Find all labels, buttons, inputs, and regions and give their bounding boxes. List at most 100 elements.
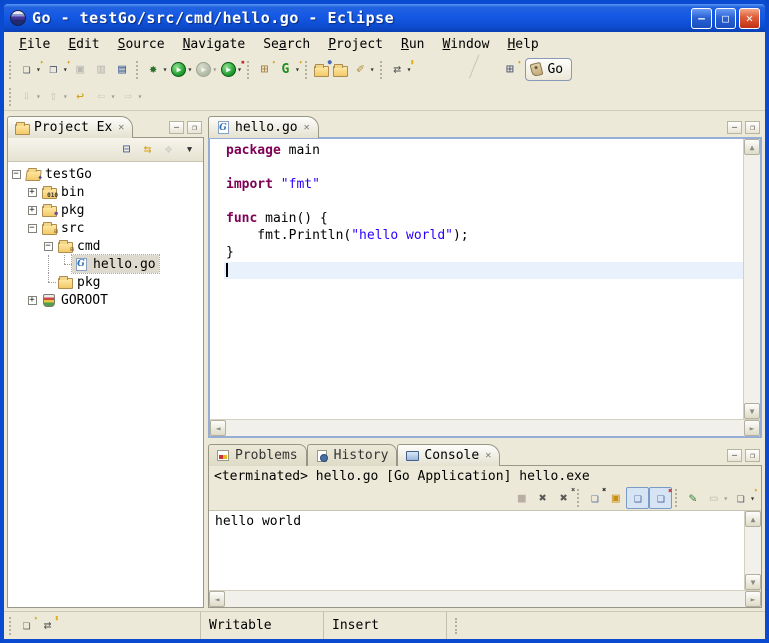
sync-trim-button[interactable]: ⇄▮ [37, 615, 58, 637]
expander-icon[interactable]: − [12, 170, 21, 179]
maximize-console-button[interactable]: ❐ [745, 449, 760, 462]
debug-button[interactable]: ✸▾ [143, 59, 170, 81]
tree-node-pkg[interactable]: pkg [56, 273, 103, 291]
expander-icon[interactable]: + [28, 188, 37, 197]
code-line[interactable] [224, 194, 743, 211]
tree-node-bin[interactable]: 010bin [40, 183, 87, 201]
code-editor[interactable]: package main import "fmt" func main() { … [210, 139, 743, 419]
tab-history[interactable]: History [307, 444, 398, 466]
new-button[interactable]: ❏✦▾ [16, 59, 43, 81]
code-line[interactable] [224, 262, 743, 279]
tree-item-goroot[interactable]: +GOROOT [8, 291, 203, 309]
new-go-element-button[interactable]: G✦▾ [275, 59, 302, 81]
search-button-dropdown-icon[interactable]: ▾ [370, 65, 375, 74]
close-view-icon[interactable]: ✕ [485, 450, 491, 461]
scroll-down-icon[interactable]: ▼ [745, 574, 761, 590]
open-console-button-dropdown-icon[interactable]: ▾ [750, 494, 755, 503]
menu-source[interactable]: Source [109, 35, 174, 54]
menu-window[interactable]: Window [433, 35, 498, 54]
tree-node-cmd[interactable]: ⊞cmd [56, 237, 103, 255]
run-button-dropdown-icon[interactable]: ▾ [187, 65, 192, 74]
tree-expander[interactable]: − [40, 237, 56, 255]
run-last-button-dropdown-icon[interactable]: ▾ [212, 65, 217, 74]
code-line[interactable]: func main() { [224, 211, 743, 228]
tree-expander[interactable]: − [8, 165, 24, 183]
expander-icon[interactable]: + [28, 296, 37, 305]
debug-button-dropdown-icon[interactable]: ▾ [163, 65, 168, 74]
open-perspective-button[interactable]: ⊞✦ [499, 59, 520, 81]
remove-all-terminated-button[interactable]: ✖✖ [553, 487, 574, 509]
new-go-element-button-dropdown-icon[interactable]: ▾ [295, 65, 300, 74]
tree-item-hello-go[interactable]: Ghello.go [8, 255, 203, 273]
tree-item-bin[interactable]: +010bin [8, 183, 203, 201]
scroll-right-icon[interactable]: ► [744, 420, 760, 436]
previous-annotation-button-dropdown-icon[interactable]: ▾ [63, 92, 68, 101]
forward-button-dropdown-icon[interactable]: ▾ [137, 92, 142, 101]
console-output[interactable]: hello world [209, 511, 744, 590]
display-console-button-dropdown-icon[interactable]: ▾ [723, 494, 728, 503]
expander-icon[interactable]: − [44, 242, 53, 251]
tree-node-hello-go[interactable]: Ghello.go [72, 255, 159, 273]
tree-node-goroot[interactable]: GOROOT [40, 291, 111, 309]
tab-hello-go[interactable]: G hello.go ✕ [208, 116, 319, 138]
menu-file[interactable]: File [10, 35, 59, 54]
sync-button[interactable]: ⇄▮▾ [387, 59, 414, 81]
go-perspective-button[interactable]: Go [525, 58, 572, 81]
new-button-dropdown-icon[interactable]: ▾ [36, 65, 41, 74]
console-horizontal-scrollbar[interactable]: ◄ ► [209, 590, 761, 607]
scroll-down-icon[interactable]: ▼ [744, 403, 760, 419]
tree-item-src[interactable]: −⊞src [8, 219, 203, 237]
link-with-editor-button[interactable]: ⇆ [137, 139, 158, 161]
minimize-button[interactable]: — [691, 8, 712, 29]
menu-navigate[interactable]: Navigate [174, 35, 255, 54]
tree-item-pkg[interactable]: pkg [8, 273, 203, 291]
editor-horizontal-scrollbar[interactable]: ◄ ► [210, 419, 760, 436]
minimize-editor-button[interactable]: ─ [727, 121, 742, 134]
minimize-console-button[interactable]: ─ [727, 449, 742, 462]
tree-node-testgo[interactable]: ◆testGo [24, 165, 95, 183]
clear-console-button[interactable]: ❏✖ [584, 487, 605, 509]
external-tools-button[interactable]: ▶▪▾ [219, 59, 244, 81]
new-wizard-button[interactable]: ❐✦▾ [43, 59, 70, 81]
code-line[interactable]: fmt.Println("hello world"); [224, 228, 743, 245]
code-line[interactable] [224, 160, 743, 177]
external-tools-button-dropdown-icon[interactable]: ▾ [237, 65, 242, 74]
show-stdout-button[interactable]: ❑ [626, 487, 649, 509]
minimize-view-button[interactable]: ─ [169, 121, 184, 134]
open-console-button[interactable]: ❏✦▾ [730, 487, 757, 509]
editor-vertical-scrollbar[interactable]: ▲ ▼ [743, 139, 760, 419]
new-go-package-button[interactable]: ⊞✦ [254, 59, 275, 81]
scroll-left-icon[interactable]: ◄ [209, 591, 225, 607]
fast-view-button[interactable]: ❏✦ [16, 615, 37, 637]
remove-launch-button[interactable]: ✖ [532, 487, 553, 509]
code-line[interactable]: import "fmt" [224, 177, 743, 194]
tab-problems[interactable]: Problems [208, 444, 307, 466]
menu-help[interactable]: Help [498, 35, 547, 54]
maximize-view-button[interactable]: ❐ [187, 121, 202, 134]
maximize-button[interactable]: □ [715, 8, 736, 29]
scroll-up-icon[interactable]: ▲ [744, 139, 760, 155]
show-stderr-button[interactable]: ❑✖ [649, 487, 672, 509]
tree-expander[interactable]: + [24, 201, 40, 219]
search-button[interactable]: ✐▾ [350, 59, 377, 81]
open-folder-button[interactable] [331, 59, 350, 81]
close-editor-icon[interactable]: ✕ [304, 122, 310, 133]
tree-expander[interactable]: − [24, 219, 40, 237]
tree-node-src[interactable]: ⊞src [40, 219, 87, 237]
tree-node-pkg[interactable]: ●pkg [40, 201, 87, 219]
menu-search[interactable]: Search [254, 35, 319, 54]
console-vertical-scrollbar[interactable]: ▲ ▼ [744, 511, 761, 590]
print-button[interactable]: ▤ [112, 59, 133, 81]
tab-console[interactable]: Console✕ [397, 444, 500, 466]
run-button[interactable]: ▶▾ [169, 59, 194, 81]
menu-project[interactable]: Project [319, 35, 392, 54]
sync-button-dropdown-icon[interactable]: ▾ [407, 65, 412, 74]
menu-run[interactable]: Run [392, 35, 433, 54]
back-button-dropdown-icon[interactable]: ▾ [111, 92, 116, 101]
scroll-up-icon[interactable]: ▲ [745, 511, 761, 527]
scroll-lock-button[interactable]: ▣ [605, 487, 626, 509]
tab-project-explorer[interactable]: Project Ex ✕ [7, 116, 133, 138]
code-line[interactable]: } [224, 245, 743, 262]
last-edit-location-button[interactable]: ↩ [70, 86, 91, 108]
view-menu-button[interactable]: ▾ [179, 139, 200, 161]
